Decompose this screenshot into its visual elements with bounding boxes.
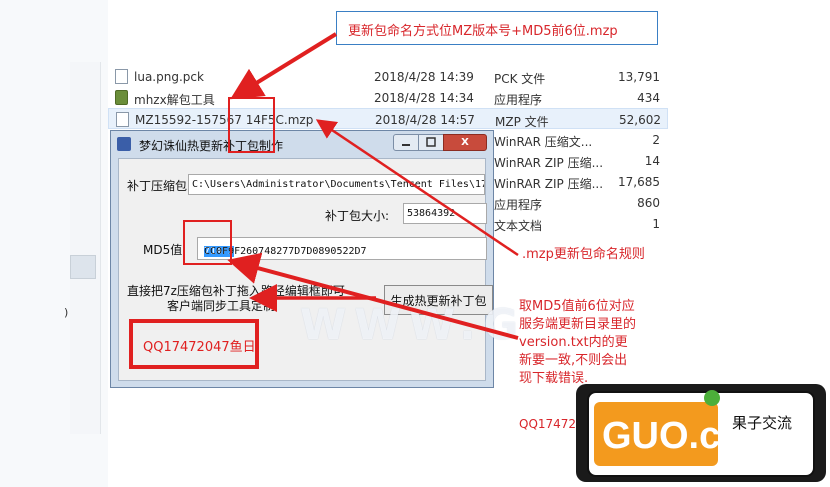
md5-arrow [227, 252, 519, 340]
logo-brand: GUO.cc [602, 415, 741, 457]
guo-cc-logo: GUO.cc 果子交流 [576, 384, 826, 482]
callout-arrow [230, 32, 338, 100]
md5-version-note: 取MD5值前6位对应服务端更新目录里的version.txt内的更新要一致,不则… [519, 299, 637, 386]
mzp-naming-note: .mzp更新包命名规则 [522, 247, 645, 262]
leaf-icon [704, 390, 720, 406]
mzp-arrow [315, 119, 519, 257]
logo-tagline: 果子交流 [732, 414, 792, 432]
note-qq: QQ17472 [519, 417, 577, 431]
